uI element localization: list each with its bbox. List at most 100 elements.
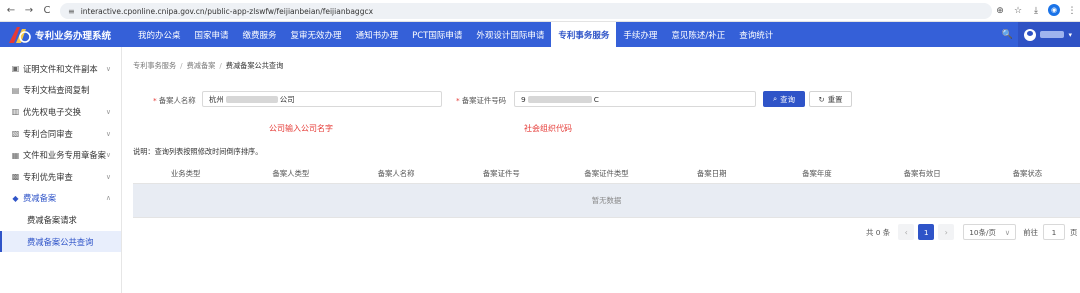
prev-page-button[interactable]: ‹	[898, 224, 915, 240]
breadcrumb-separator: /	[180, 61, 183, 70]
sidebar-subitem-fee-public-query[interactable]: 费减备案公共查询	[0, 230, 121, 253]
copy-icon: ▤	[11, 85, 20, 95]
sidebar: ▣ 证明文件和文件副本 ∨ ▤ 专利文档查阅复制 ▥ 优先权电子交换 ∨ ▧ 专…	[0, 47, 122, 293]
breadcrumb-current: 费减备案公共查询	[225, 61, 284, 70]
company-name-hint: 公司输入公司名字	[269, 124, 333, 133]
cert-value-suffix: C	[593, 94, 599, 104]
browser-toolbar: ← → C ≡ interactive.cponline.cnipa.gov.c…	[0, 0, 1080, 22]
search-icon: ⌕	[773, 94, 778, 103]
chevron-down-icon: ∨	[105, 107, 111, 116]
sidebar-subitem-label: 费减备案请求	[27, 214, 77, 225]
column-header: 备案有效日	[903, 168, 941, 178]
url-text[interactable]: interactive.cponline.cnipa.gov.cn/public…	[81, 7, 373, 16]
cert-label-text: 备案证件号码	[461, 96, 507, 105]
breadcrumb-item[interactable]: 专利事务服务	[133, 61, 176, 70]
page-unit-label: 页	[1069, 227, 1078, 237]
sidebar-item-label: 证明文件和文件副本	[23, 63, 98, 74]
page-size-value: 10条/页	[969, 227, 996, 237]
profile-icon[interactable]: ◉	[1048, 4, 1060, 16]
breadcrumb-item[interactable]: 费减备案	[187, 61, 216, 70]
sidebar-item-fee-reduction[interactable]: ◆ 费减备案 ∧	[0, 188, 121, 210]
goto-page-input[interactable]: 1	[1042, 224, 1065, 240]
total-count: 共 0 条	[866, 227, 891, 237]
page-size-select[interactable]: 10条/页 ∨	[963, 224, 1017, 240]
contract-icon: ▧	[11, 129, 20, 139]
user-menu[interactable]: ▾	[1018, 22, 1080, 47]
chevron-down-icon: ∨	[105, 129, 111, 138]
breadcrumb: 专利事务服务 / 费减备案 / 费减备案公共查询	[133, 61, 283, 71]
next-page-button[interactable]: ›	[938, 224, 955, 240]
menu-pct[interactable]: PCT国际申请	[405, 22, 469, 47]
results-table: 业务类型 备案人类型 备案人名称 备案证件号 备案证件类型 备案日期 备案年度 …	[133, 163, 1080, 218]
goto-label: 前往	[1023, 227, 1038, 237]
chevron-down-icon: ∨	[105, 172, 111, 181]
sidebar-item-doc-copy[interactable]: ▤ 专利文档查阅复制	[0, 80, 121, 102]
app-title: 专利业务办理系统	[35, 30, 112, 42]
menu-notice[interactable]: 通知书办理	[349, 22, 406, 47]
top-menu: 我的办公桌 国家申请 缴费服务 复审无效办理 通知书办理 PCT国际申请 外观设…	[131, 22, 780, 47]
menu-opinion[interactable]: 意见陈述/补正	[664, 22, 732, 47]
zoom-icon[interactable]: ⊕	[994, 4, 1006, 17]
forward-icon[interactable]: →	[22, 4, 36, 18]
sidebar-item-priority-exchange[interactable]: ▥ 优先权电子交换 ∨	[0, 101, 121, 123]
sidebar-item-seal-filing[interactable]: ▦ 文件和业务专用章备案 ∨	[0, 144, 121, 166]
avatar	[1024, 28, 1037, 41]
column-header: 备案人类型	[272, 168, 310, 178]
name-value-prefix: 杭州	[209, 94, 224, 104]
cert-number-input[interactable]: 9C	[514, 91, 756, 107]
browser-menu-icon[interactable]: ⋮	[1066, 4, 1078, 17]
menu-query-stats[interactable]: 查询统计	[732, 22, 780, 47]
table-header: 业务类型 备案人类型 备案人名称 备案证件号 备案证件类型 备案日期 备案年度 …	[133, 163, 1080, 184]
chevron-down-icon: ∨	[1004, 227, 1011, 237]
sidebar-item-label: 费减备案	[23, 193, 57, 204]
menu-procedures[interactable]: 手续办理	[616, 22, 664, 47]
sidebar-item-priority-review[interactable]: ▩ 专利优先审查 ∨	[0, 166, 121, 188]
pagination: 共 0 条 ‹ 1 › 10条/页 ∨ 前往 1 页	[866, 224, 1077, 240]
address-bar[interactable]: ≡ interactive.cponline.cnipa.gov.cn/publ…	[60, 3, 992, 19]
sidebar-item-label: 文件和业务专用章备案	[23, 150, 106, 161]
search-icon[interactable]: 🔍	[996, 22, 1018, 47]
column-header: 备案年度	[802, 168, 832, 178]
column-header: 备案证件号	[482, 168, 520, 178]
download-icon[interactable]: ⤓	[1030, 4, 1042, 17]
reset-button[interactable]: ↻ 重置	[809, 91, 852, 107]
menu-patent-affairs[interactable]: 专利事务服务	[551, 22, 617, 47]
diamond-icon: ◆	[12, 193, 19, 203]
sidebar-item-certificates[interactable]: ▣ 证明文件和文件副本 ∨	[0, 58, 121, 80]
filer-name-input[interactable]: 杭州 公司	[202, 91, 442, 107]
menu-reexamination[interactable]: 复审无效办理	[284, 22, 349, 47]
sidebar-item-label: 专利文档查阅复制	[23, 85, 90, 96]
sidebar-item-contract-review[interactable]: ▧ 专利合同审查 ∨	[0, 123, 121, 145]
sidebar-item-label: 专利优先审查	[23, 171, 73, 182]
exchange-icon: ▥	[11, 107, 20, 117]
reload-icon[interactable]: C	[40, 4, 54, 18]
breadcrumb-separator: /	[219, 61, 222, 70]
redacted-text	[527, 95, 592, 103]
menu-fee-service[interactable]: 缴费服务	[236, 22, 284, 47]
refresh-icon: ↻	[818, 94, 825, 104]
menu-design-intl[interactable]: 外观设计国际申请	[469, 22, 551, 47]
header-right: 🔍 ▾	[996, 22, 1080, 47]
cert-label: * 备案证件号码	[456, 95, 506, 106]
column-header: 业务类型	[170, 168, 201, 178]
page-number-button[interactable]: 1	[918, 224, 935, 240]
search-button[interactable]: ⌕ 查询	[763, 91, 805, 107]
bookmark-star-icon[interactable]: ☆	[1012, 4, 1024, 17]
document-icon: ▣	[11, 64, 20, 74]
search-button-label: 查询	[780, 94, 795, 104]
chevron-up-icon: ∧	[105, 194, 111, 203]
reset-button-label: 重置	[827, 94, 843, 104]
empty-state: 暂无数据	[133, 184, 1080, 218]
name-value-suffix: 公司	[279, 94, 295, 104]
user-name-redacted	[1040, 31, 1065, 38]
sidebar-subitem-fee-request[interactable]: 费减备案请求	[0, 209, 121, 231]
column-header: 备案人名称	[377, 168, 415, 178]
menu-national-application[interactable]: 国家申请	[188, 22, 236, 47]
browser-actions: ⊕ ☆ ⤓ ◉ ⋮	[994, 4, 1078, 17]
back-icon[interactable]: ←	[4, 4, 18, 18]
site-info-icon[interactable]: ≡	[68, 7, 75, 16]
main-content: 专利事务服务 / 费减备案 / 费减备案公共查询 * 备案人名称 杭州 公司 * 备案证件号码…	[122, 47, 1080, 293]
seal-icon: ▦	[11, 150, 20, 160]
table-description: 说明：查询列表按照修改时间倒序排序。	[133, 147, 263, 156]
menu-my-desk[interactable]: 我的办公桌	[131, 22, 188, 47]
